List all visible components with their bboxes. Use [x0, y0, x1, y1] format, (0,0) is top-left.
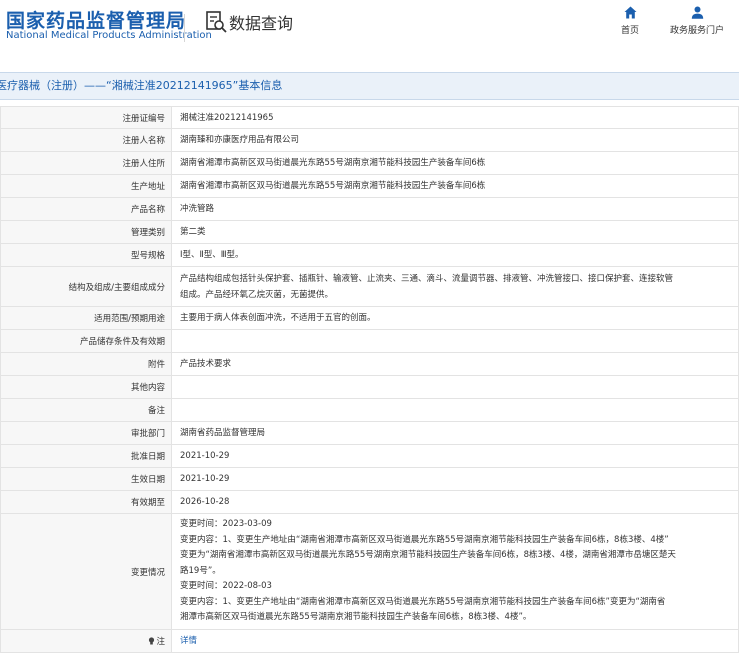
note-label: 注: [156, 637, 165, 647]
row-label: 变更情况: [0, 513, 172, 630]
row-label: 有效期至: [0, 490, 172, 514]
row-label: 产品名称: [0, 197, 172, 221]
remark-value: [171, 398, 739, 422]
row-label: 附件: [0, 352, 172, 376]
record-title-bar: 医疗器械（注册）——“湘械注准20212141965”基本信息: [0, 72, 739, 100]
device-info-table: 注册证编号 湘械注准20212141965 注册人名称 湖南臻和亦康医疗用品有限…: [0, 106, 739, 653]
storage-value: [171, 329, 739, 353]
user-icon: [691, 6, 703, 19]
product-name-value: 冲洗管路: [171, 197, 739, 221]
data-query-icon: [206, 11, 227, 33]
changes-value: 变更时间：2023-03-09 变更内容：1、变更生产地址由“湖南省湘潭市高新区…: [171, 513, 739, 630]
row-label: 结构及组成/主要组成成分: [0, 266, 172, 307]
home-icon: [624, 6, 636, 19]
row-label: 注册人名称: [0, 128, 172, 152]
table-row: 注 详情: [0, 629, 739, 653]
category-value: 第二类: [171, 220, 739, 244]
row-label: 生产地址: [0, 174, 172, 198]
table-row: 备注: [0, 398, 739, 422]
section-title: 数据查询: [229, 14, 294, 33]
site-header: 国家药品监督管理局 National Medical Products Admi…: [0, 0, 739, 66]
header-divider: [184, 14, 185, 42]
table-row: 注册人住所 湖南省湘潭市高新区双马街道晨光东路55号湖南京湘节能科技园生产装备车…: [0, 151, 739, 175]
table-row: 适用范围/预期用途 主要用于病人体表创面冲洗，不适用于五官的创面。: [0, 306, 739, 330]
structure-line: 产品结构组成包括针头保护套、插瓶针、输液管、止流夹、三通、滴斗、流量调节器、排液…: [180, 273, 674, 284]
record-title: 医疗器械（注册）——“湘械注准20212141965”基本信息: [0, 79, 283, 92]
table-row: 型号规格 Ⅰ型、Ⅱ型、Ⅲ型。: [0, 243, 739, 267]
attachment-value: 产品技术要求: [171, 352, 739, 376]
structure-value: 产品结构组成包括针头保护套、插瓶针、输液管、止流夹、三通、滴斗、流量调节器、排液…: [171, 266, 739, 307]
nav-home[interactable]: 首页: [616, 6, 644, 36]
effective-date-value: 2021-10-29: [171, 467, 739, 491]
approval-dept-value: 湖南省药品监督管理局: [171, 421, 739, 445]
expiry-date-value: 2026-10-28: [171, 490, 739, 514]
site-logo-cn[interactable]: 国家药品监督管理局: [6, 6, 186, 33]
structure-line: 组成。产品经环氧乙烷灭菌，无菌提供。: [180, 289, 334, 300]
lightbulb-icon: [149, 637, 155, 645]
table-row: 附件 产品技术要求: [0, 352, 739, 376]
table-row: 产品名称 冲洗管路: [0, 197, 739, 221]
table-row: 注册人名称 湖南臻和亦康医疗用品有限公司: [0, 128, 739, 152]
table-row: 生产地址 湖南省湘潭市高新区双马街道晨光东路55号湖南京湘节能科技园生产装备车间…: [0, 174, 739, 198]
row-label: 管理类别: [0, 220, 172, 244]
row-label: 型号规格: [0, 243, 172, 267]
nav-portal-label: 政务服务门户: [669, 26, 724, 36]
scope-value: 主要用于病人体表创面冲洗，不适用于五官的创面。: [171, 306, 739, 330]
row-label: 注册证编号: [0, 106, 172, 129]
site-logo-en[interactable]: National Medical Products Administration: [6, 30, 212, 41]
nav-home-label: 首页: [620, 26, 639, 36]
table-row: 管理类别 第二类: [0, 220, 739, 244]
row-label: 批准日期: [0, 444, 172, 468]
table-row: 有效期至 2026-10-28: [0, 490, 739, 514]
table-row: 批准日期 2021-10-29: [0, 444, 739, 468]
row-label: 产品储存条件及有效期: [0, 329, 172, 353]
table-row: 结构及组成/主要组成成分 产品结构组成包括针头保护套、插瓶针、输液管、止流夹、三…: [0, 266, 739, 307]
note-value-cell: 详情: [171, 629, 739, 653]
change-line: 变更时间：2022-08-03: [180, 581, 272, 592]
other-value: [171, 375, 739, 399]
nav-portal[interactable]: 政务服务门户: [666, 6, 728, 36]
change-line: 变更为“湖南省湘潭市高新区双马街道晨光东路55号湖南京湘节能科技园生产装备车间6…: [180, 550, 676, 561]
model-value: Ⅰ型、Ⅱ型、Ⅲ型。: [171, 243, 739, 267]
change-line: 变更内容：1、变更生产地址由“湖南省湘潭市高新区双马街道晨光东路55号湖南京湘节…: [180, 596, 666, 607]
production-address-value: 湖南省湘潭市高新区双马街道晨光东路55号湖南京湘节能科技园生产装备车间6栋: [171, 174, 739, 198]
table-row: 产品储存条件及有效期: [0, 329, 739, 353]
approval-date-value: 2021-10-29: [171, 444, 739, 468]
row-label: 审批部门: [0, 421, 172, 445]
row-label: 生效日期: [0, 467, 172, 491]
change-line: 变更内容：1、变更生产地址由“湖南省湘潭市高新区双马街道晨光东路55号湖南京湘节…: [180, 534, 669, 545]
table-row: 审批部门 湖南省药品监督管理局: [0, 421, 739, 445]
row-label: 适用范围/预期用途: [0, 306, 172, 330]
change-line: 路19号”。: [180, 565, 221, 576]
table-row: 其他内容: [0, 375, 739, 399]
table-row: 注册证编号 湘械注准20212141965: [0, 106, 739, 129]
change-line: 变更时间：2023-03-09: [180, 519, 272, 530]
row-label: 注册人住所: [0, 151, 172, 175]
registrant-value: 湖南臻和亦康医疗用品有限公司: [171, 128, 739, 152]
row-label: 其他内容: [0, 375, 172, 399]
row-label: 备注: [0, 398, 172, 422]
note-label-cell: 注: [0, 629, 172, 653]
details-link[interactable]: 详情: [180, 636, 197, 646]
table-row: 变更情况 变更时间：2023-03-09 变更内容：1、变更生产地址由“湖南省湘…: [0, 513, 739, 630]
residence-value: 湖南省湘潭市高新区双马街道晨光东路55号湖南京湘节能科技园生产装备车间6栋: [171, 151, 739, 175]
reg-no-value: 湘械注准20212141965: [171, 106, 739, 129]
table-row: 生效日期 2021-10-29: [0, 467, 739, 491]
change-line: 湘潭市高新区双马街道晨光东路55号湖南京湘节能科技园生产装备车间6栋，8栋3楼、…: [180, 612, 532, 623]
